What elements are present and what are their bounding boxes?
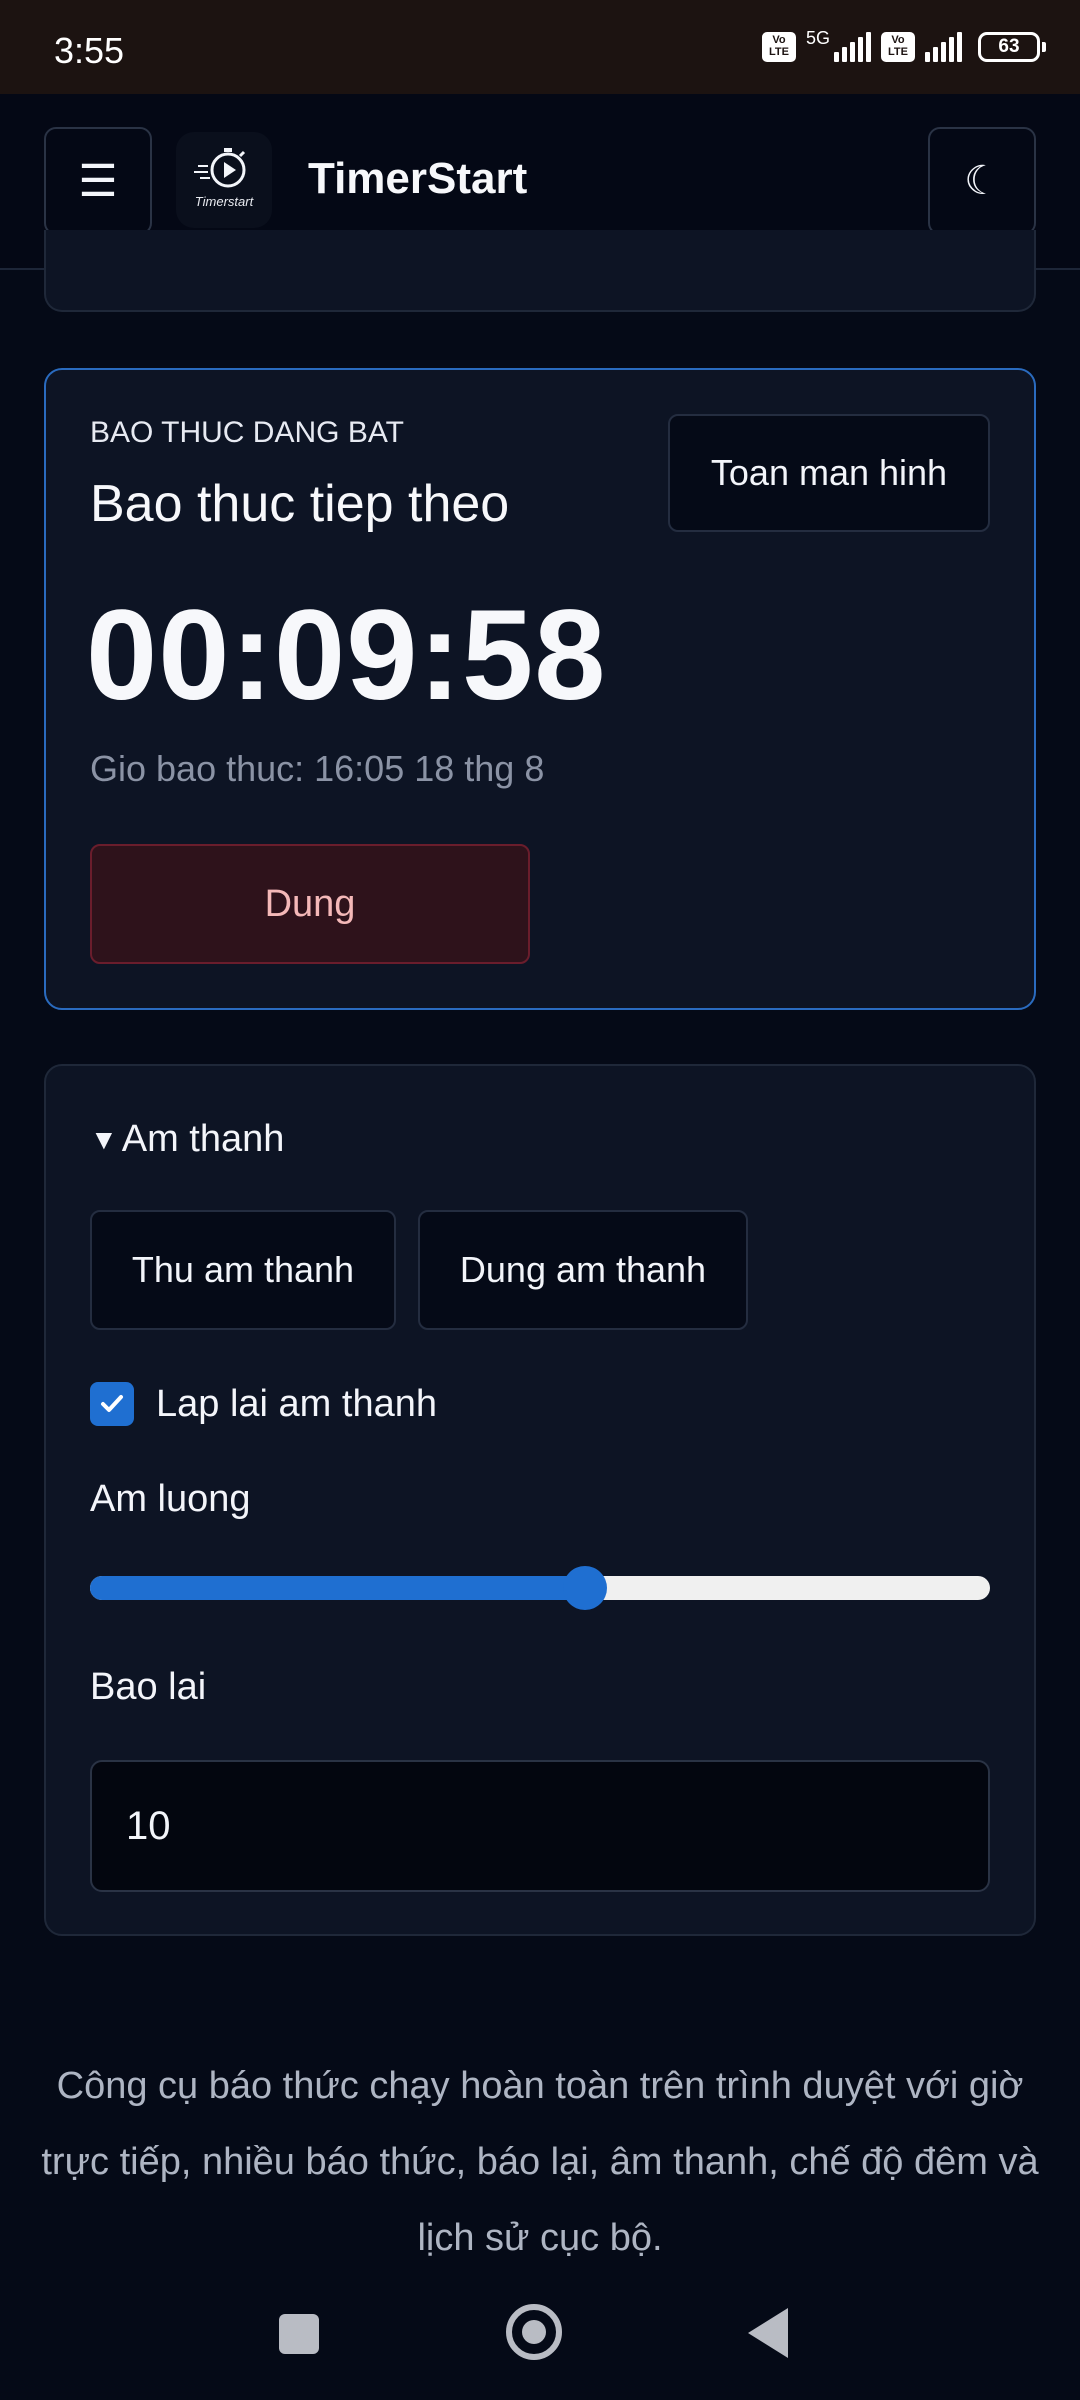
volume-slider[interactable] bbox=[90, 1566, 990, 1610]
status-bar: 3:55 Vo LTE 5G Vo LTE 63 bbox=[0, 0, 1080, 94]
alarm-time-text: Gio bao thuc: 16:05 18 thg 8 bbox=[90, 748, 545, 789]
volume-slider-thumb[interactable] bbox=[563, 1566, 607, 1610]
sound-settings-panel: ▼ Am thanh Thu am thanh Dung am thanh La… bbox=[44, 1064, 1036, 1936]
stop-alarm-button[interactable]: Dung bbox=[90, 844, 530, 964]
hamburger-icon: ☰ bbox=[78, 156, 118, 206]
repeat-sound-checkbox[interactable] bbox=[90, 1382, 134, 1426]
footer-description: Công cụ báo thức chạy hoàn toàn trên trì… bbox=[41, 2065, 1039, 2259]
active-alarm-card: BAO THUC DANG BAT Bao thuc tiep theo Toa… bbox=[44, 368, 1036, 1010]
logo-label: Timerstart bbox=[194, 194, 254, 209]
menu-button[interactable]: ☰ bbox=[44, 127, 152, 235]
signal-icon bbox=[834, 32, 871, 62]
home-icon[interactable] bbox=[506, 2304, 562, 2360]
recents-icon[interactable] bbox=[279, 2314, 319, 2354]
status-time: 3:55 bbox=[54, 30, 125, 71]
system-navigation-bar bbox=[0, 2290, 1080, 2400]
volte-icon: Vo LTE bbox=[761, 32, 796, 62]
repeat-sound-row[interactable]: Lap lai am thanh bbox=[90, 1382, 437, 1426]
snooze-label: Bao lai bbox=[90, 1666, 207, 1708]
volte-icon-2: Vo LTE bbox=[881, 32, 915, 62]
sound-section-title: Am thanh bbox=[121, 1118, 285, 1160]
stop-sound-button[interactable]: Dung am thanh bbox=[418, 1210, 748, 1330]
countdown-display: 00:09:58 bbox=[86, 584, 607, 727]
triangle-down-icon: ▼ bbox=[90, 1123, 118, 1155]
alarm-title: Bao thuc tiep theo bbox=[90, 475, 510, 533]
stopwatch-icon bbox=[194, 148, 246, 188]
signal-icon-2 bbox=[925, 32, 962, 62]
volume-slider-fill bbox=[90, 1576, 585, 1600]
theme-toggle-button[interactable]: ☾ bbox=[928, 127, 1036, 235]
volume-slider-track bbox=[90, 1576, 990, 1600]
volume-label: Am luong bbox=[90, 1478, 251, 1520]
checkmark-icon bbox=[101, 1395, 123, 1412]
battery-level: 63 bbox=[998, 36, 1020, 57]
snooze-minutes-input[interactable] bbox=[90, 1760, 990, 1892]
app-logo: Timerstart bbox=[176, 132, 272, 228]
moon-icon: ☾ bbox=[964, 159, 1000, 203]
network-type-label: 5G bbox=[805, 28, 830, 48]
back-icon[interactable] bbox=[748, 2308, 788, 2358]
sound-section-toggle[interactable]: ▼ Am thanh bbox=[90, 1118, 284, 1161]
previous-card bbox=[44, 230, 1036, 312]
test-sound-button[interactable]: Thu am thanh bbox=[90, 1210, 396, 1330]
fullscreen-button[interactable]: Toan man hinh bbox=[668, 414, 990, 532]
app-title: TimerStart bbox=[308, 154, 528, 203]
battery-icon: 63 bbox=[978, 32, 1046, 62]
repeat-sound-label: Lap lai am thanh bbox=[156, 1382, 437, 1425]
status-icons: Vo LTE 5G Vo LTE 63 bbox=[761, 28, 1046, 62]
alarm-status-label: BAO THUC DANG BAT bbox=[90, 416, 404, 449]
